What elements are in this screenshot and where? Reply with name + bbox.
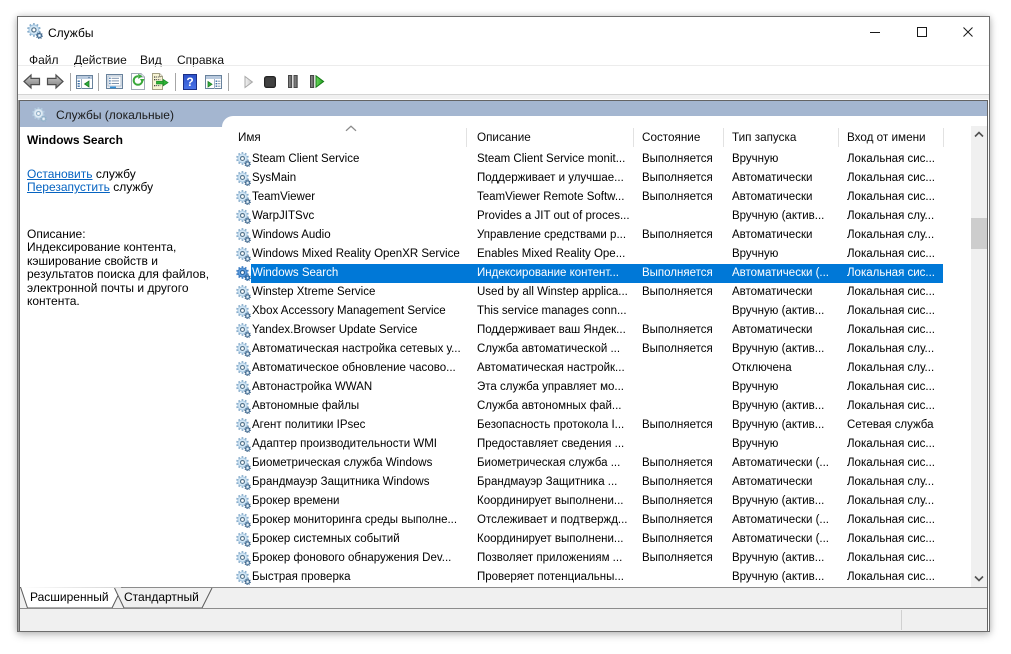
svg-text:?: ? — [186, 75, 193, 89]
